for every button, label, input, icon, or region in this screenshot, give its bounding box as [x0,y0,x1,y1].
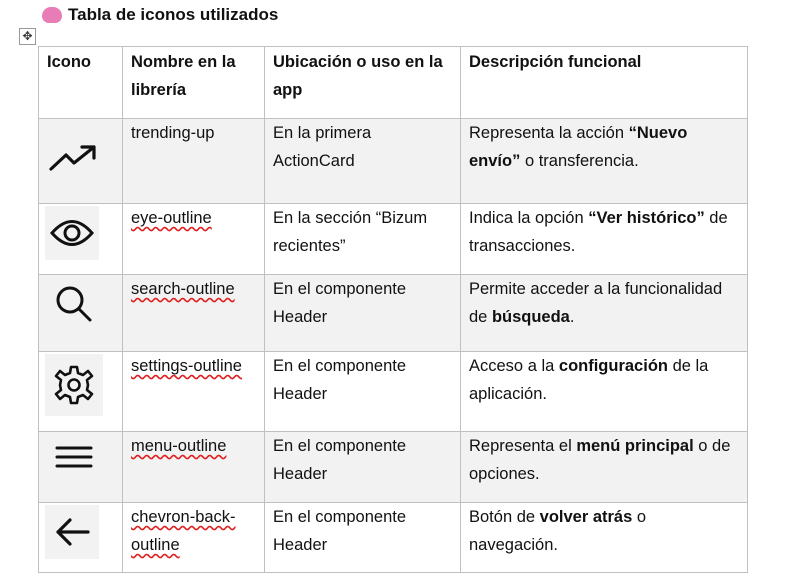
document-heading: Tabla de iconos utilizados [42,5,278,25]
header-description: Descripción funcional [460,46,748,119]
header-name: Nombre en la librería [122,46,265,119]
settings-outline-icon [45,354,103,416]
table-row: search-outline En el componente Header P… [38,274,748,352]
table-move-handle-icon[interactable]: ✥ [19,28,36,45]
location-cell: En el componente Header [264,431,461,503]
name-cell: search-outline [122,274,265,352]
icon-cell [38,351,123,432]
header-location: Ubicación o uso en la app [264,46,461,119]
location-cell: En la primera ActionCard [264,118,461,204]
icon-cell [38,203,123,275]
menu-outline-icon [47,434,101,480]
location-cell: En el componente Header [264,351,461,432]
name-cell: chevron-back-outline [122,502,265,573]
table-header-row: Icono Nombre en la librería Ubicación o … [38,46,748,119]
icon-cell [38,118,123,204]
icon-cell [38,274,123,352]
name-cell: settings-outline [122,351,265,432]
description-cell: Acceso a la configuración de la aplicaci… [460,351,748,432]
heading-text: Tabla de iconos utilizados [68,5,279,24]
table-row: eye-outline En la sección “Bizum recient… [38,203,748,275]
table-row: menu-outline En el componente Header Rep… [38,431,748,503]
description-cell: Permite acceder a la funcionalidad de bú… [460,274,748,352]
description-cell: Representa el menú principal o de opcion… [460,431,748,503]
name-cell: menu-outline [122,431,265,503]
header-icon: Icono [38,46,123,119]
location-cell: En el componente Header [264,274,461,352]
description-cell: Indica la opción “Ver histórico” de tran… [460,203,748,275]
description-cell: Representa la acción “Nuevo envío” o tra… [460,118,748,204]
location-cell: En el componente Header [264,502,461,573]
name-cell: trending-up [122,118,265,204]
icon-cell [38,502,123,573]
icon-cell [38,431,123,503]
icons-table: Icono Nombre en la librería Ubicación o … [38,46,748,573]
search-outline-icon [47,277,101,331]
brain-icon [42,7,62,23]
name-cell: eye-outline [122,203,265,275]
description-cell: Botón de volver atrás o navegación. [460,502,748,573]
trending-up-icon [47,131,101,185]
table-row: trending-up En la primera ActionCard Rep… [38,118,748,204]
eye-outline-icon [45,206,99,260]
location-cell: En la sección “Bizum recientes” [264,203,461,275]
chevron-back-outline-icon [45,505,99,559]
table-row: settings-outline En el componente Header… [38,351,748,432]
table-row: chevron-back-outline En el componente He… [38,502,748,573]
